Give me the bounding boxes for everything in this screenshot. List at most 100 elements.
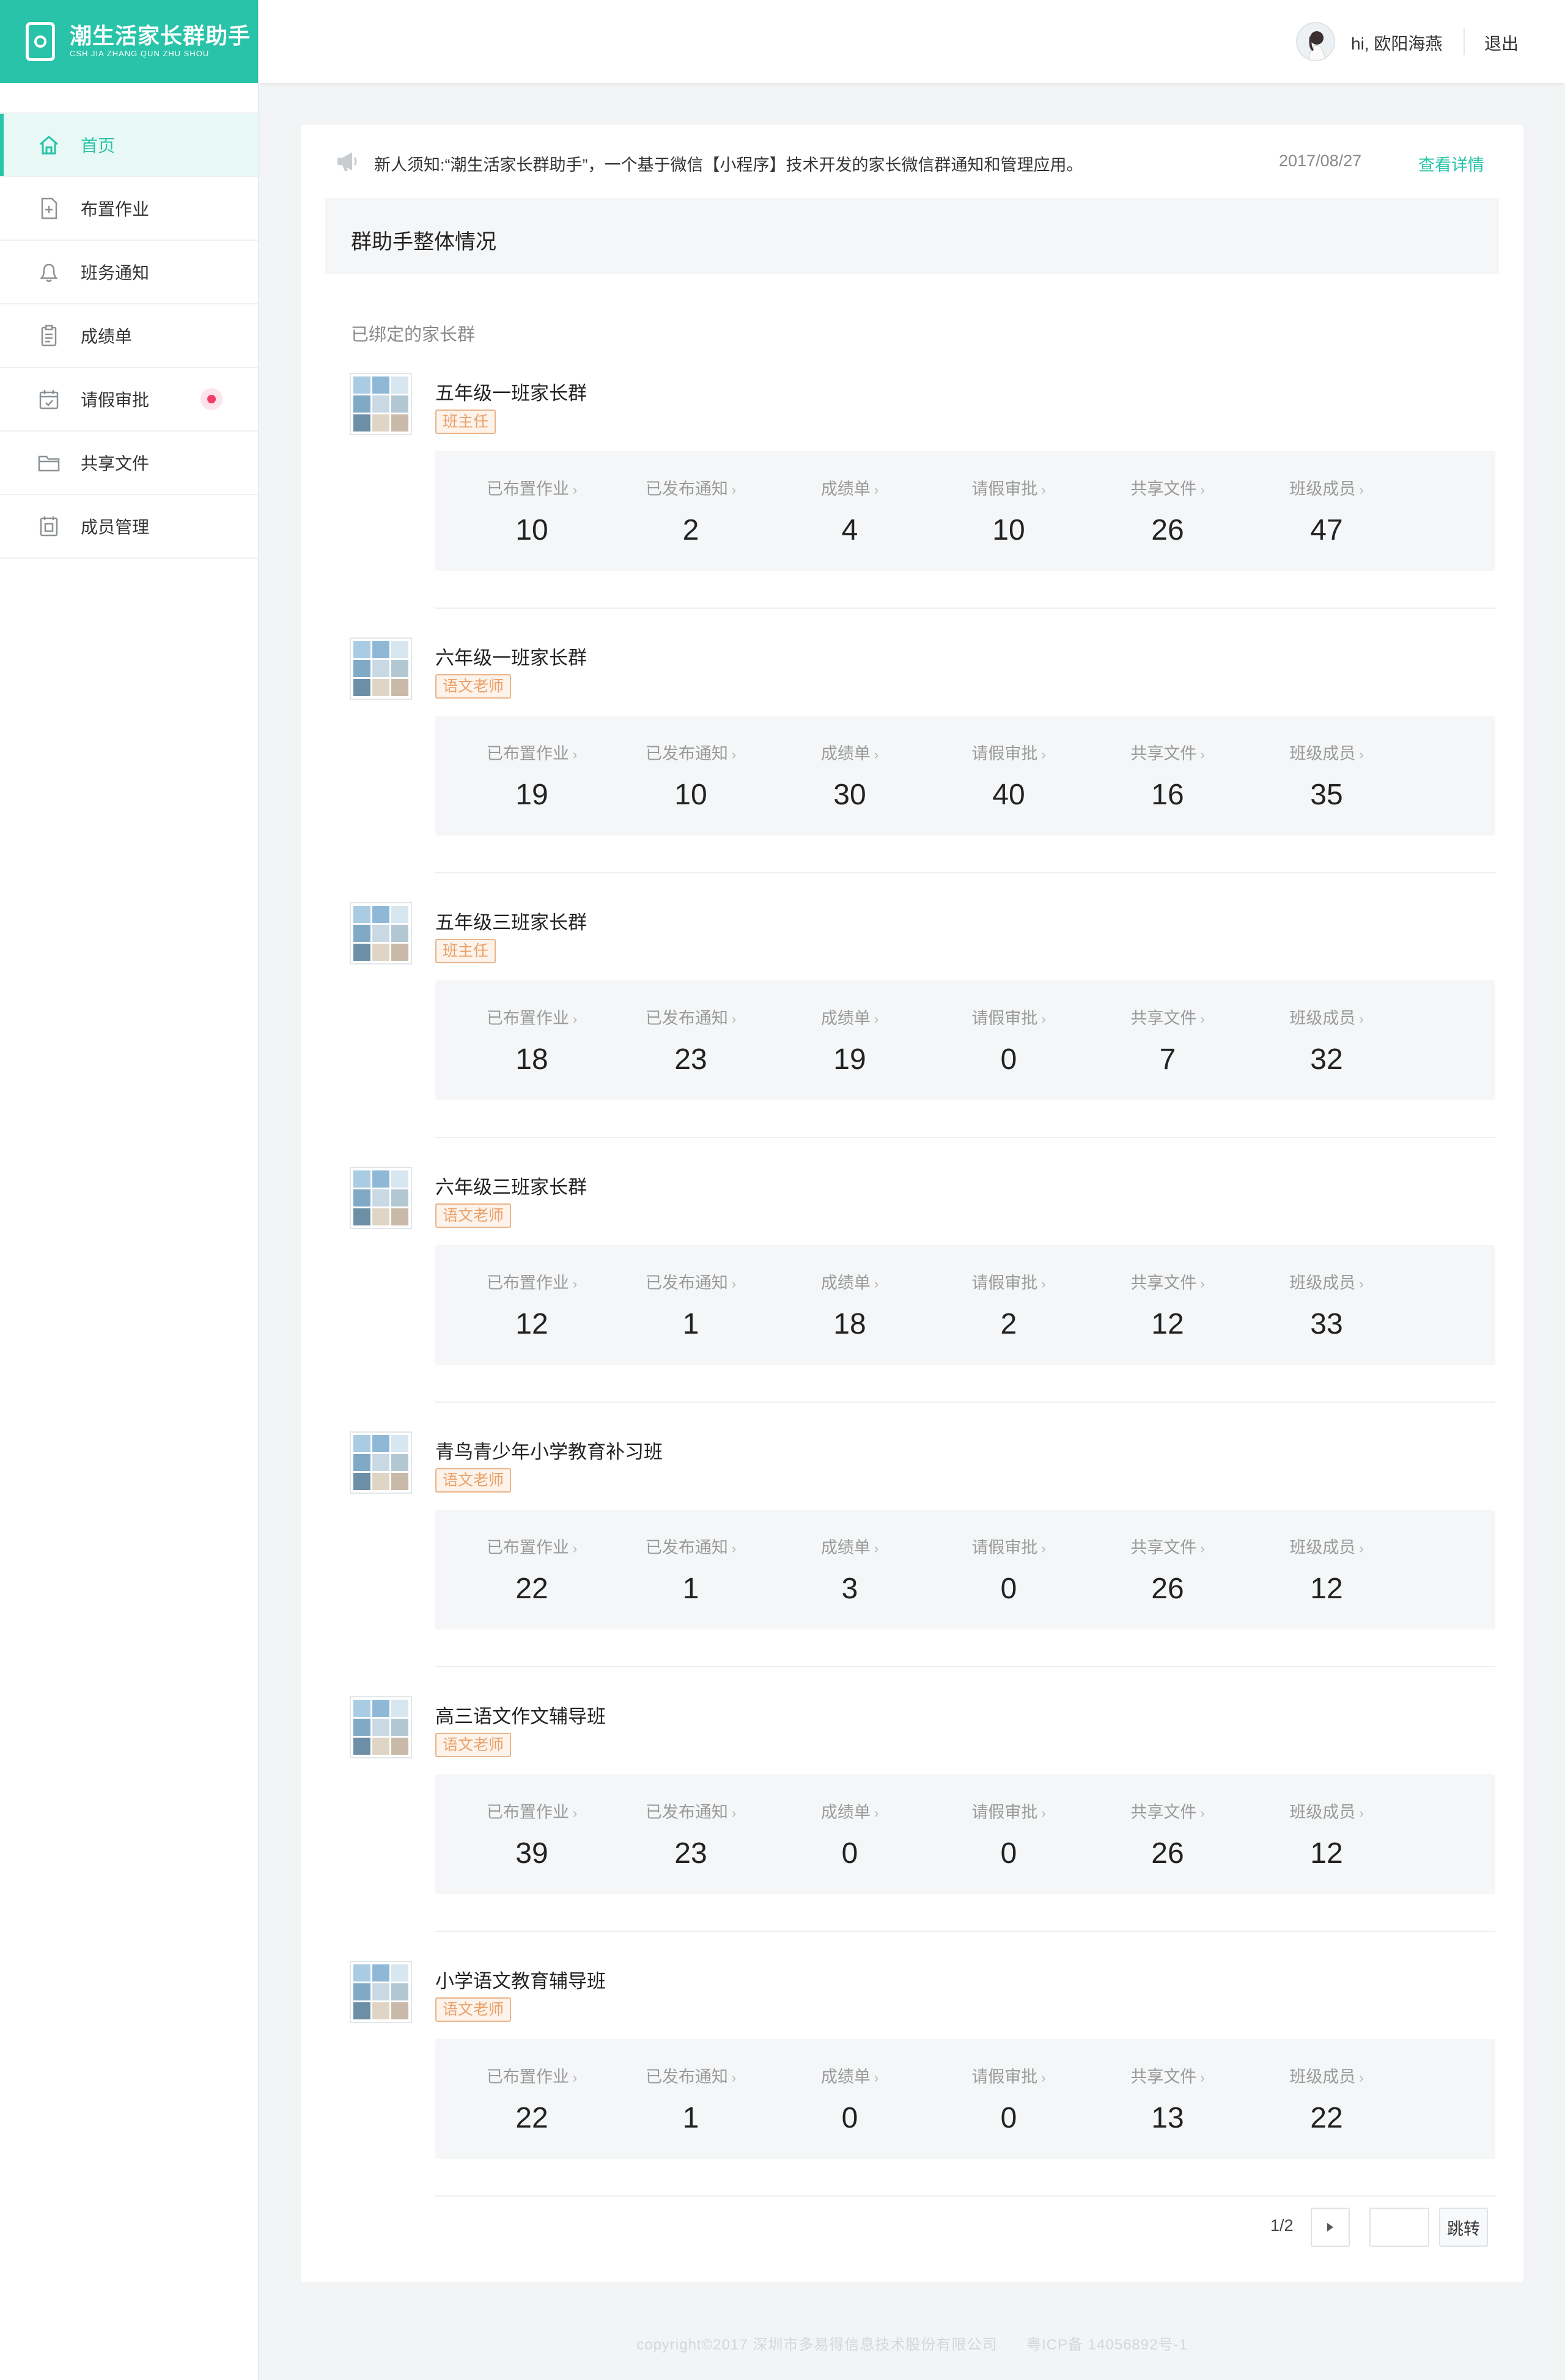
group-avatar[interactable] [350, 1167, 412, 1229]
stat-4[interactable]: 共享文件 › 12 [1088, 1245, 1247, 1365]
sidebar-item-1[interactable]: 布置作业 [0, 177, 258, 241]
stat-3[interactable]: 请假审批 › 0 [929, 1510, 1088, 1629]
stat-5[interactable]: 班级成员 › 35 [1247, 716, 1406, 836]
stat-1[interactable]: 已发布通知 › 10 [611, 716, 770, 836]
stat-4[interactable]: 共享文件 › 26 [1088, 1510, 1247, 1629]
group-name[interactable]: 青鸟青少年小学教育补习班 [435, 1436, 663, 1464]
stat-label: 成绩单 › [770, 1005, 929, 1029]
group-name[interactable]: 五年级三班家长群 [435, 907, 587, 935]
sidebar-item-2[interactable]: 班务通知 [0, 241, 258, 304]
chevron-right-icon: › [572, 1805, 578, 1821]
next-page-button[interactable] [1311, 2208, 1350, 2247]
stat-5[interactable]: 班级成员 › 47 [1247, 451, 1406, 571]
group-name[interactable]: 小学语文教育辅导班 [435, 1966, 606, 1993]
stat-0[interactable]: 已布置作业 › 10 [452, 451, 611, 571]
stat-0[interactable]: 已布置作业 › 18 [452, 980, 611, 1100]
stat-4[interactable]: 共享文件 › 13 [1088, 2039, 1247, 2159]
user-avatar[interactable] [1296, 22, 1335, 61]
stat-4[interactable]: 共享文件 › 16 [1088, 716, 1247, 836]
chevron-right-icon: › [1200, 482, 1205, 498]
stat-5[interactable]: 班级成员 › 12 [1247, 1774, 1406, 1894]
stat-0[interactable]: 已布置作业 › 39 [452, 1774, 611, 1894]
stat-2[interactable]: 成绩单 › 18 [770, 1245, 929, 1365]
group-stats-panel: 已布置作业 › 22 已发布通知 › 1 成绩单 › 0 请假审批 › 0 共享文件 › 13 班级成员 › 22 [435, 2039, 1495, 2159]
stat-2[interactable]: 成绩单 › 30 [770, 716, 929, 836]
app-subtitle: CSH JIA ZHANG QUN ZHU SHOU [70, 49, 210, 58]
stat-label: 请假审批 › [929, 476, 1088, 499]
chevron-right-icon: › [1359, 482, 1364, 498]
stat-3[interactable]: 请假审批 › 2 [929, 1245, 1088, 1365]
stat-2[interactable]: 成绩单 › 3 [770, 1510, 929, 1629]
group-avatar[interactable] [350, 1696, 412, 1758]
stat-label-text: 已发布通知 [645, 1274, 728, 1292]
stat-3[interactable]: 请假审批 › 0 [929, 980, 1088, 1100]
group-avatar-tile [391, 1208, 408, 1225]
stat-label: 已发布通知 › [611, 1534, 770, 1558]
bell-icon [39, 263, 59, 282]
group-avatar-tile [353, 1208, 370, 1225]
stat-2[interactable]: 成绩单 › 19 [770, 980, 929, 1100]
notice-details-link[interactable]: 查看详情 [1418, 152, 1484, 175]
chevron-right-icon: › [1200, 2070, 1205, 2085]
stat-0[interactable]: 已布置作业 › 12 [452, 1245, 611, 1365]
group-avatar[interactable] [350, 1961, 412, 2023]
sidebar-item-6[interactable]: 成员管理 [0, 495, 258, 559]
sidebar-item-4[interactable]: 请假审批 [0, 368, 258, 432]
stat-3[interactable]: 请假审批 › 0 [929, 1774, 1088, 1894]
stat-3[interactable]: 请假审批 › 0 [929, 2039, 1088, 2159]
stat-label: 已布置作业 › [452, 740, 611, 764]
group-name[interactable]: 六年级一班家长群 [435, 642, 587, 670]
stat-value: 19 [833, 1043, 866, 1076]
stat-1[interactable]: 已发布通知 › 1 [611, 2039, 770, 2159]
sidebar-item-3[interactable]: 成绩单 [0, 304, 258, 368]
chevron-right-icon: › [731, 1541, 737, 1556]
stat-label-text: 已布置作业 [486, 1009, 569, 1027]
stat-label-text: 成绩单 [820, 2068, 871, 2086]
stat-1[interactable]: 已发布通知 › 2 [611, 451, 770, 571]
group-avatar[interactable] [350, 373, 412, 435]
group-divider [435, 1931, 1495, 1932]
stat-5[interactable]: 班级成员 › 33 [1247, 1245, 1406, 1365]
group-avatar-tile [391, 1719, 408, 1736]
stat-0[interactable]: 已布置作业 › 22 [452, 2039, 611, 2159]
group-avatar-tile [372, 1738, 389, 1755]
group-avatar[interactable] [350, 1431, 412, 1494]
stat-4[interactable]: 共享文件 › 26 [1088, 451, 1247, 571]
group-avatar[interactable] [350, 637, 412, 700]
stat-0[interactable]: 已布置作业 › 19 [452, 716, 611, 836]
stat-4[interactable]: 共享文件 › 26 [1088, 1774, 1247, 1894]
group-divider [435, 608, 1495, 609]
stat-5[interactable]: 班级成员 › 32 [1247, 980, 1406, 1100]
sidebar-item-0[interactable]: 首页 [0, 114, 258, 177]
group-name[interactable]: 高三语文作文辅导班 [435, 1701, 606, 1728]
sidebar-item-5[interactable]: 共享文件 [0, 432, 258, 495]
app-logo[interactable]: 潮生活家长群助手 CSH JIA ZHANG QUN ZHU SHOU [0, 0, 258, 83]
stat-1[interactable]: 已发布通知 › 23 [611, 980, 770, 1100]
stat-2[interactable]: 成绩单 › 0 [770, 1774, 929, 1894]
stat-1[interactable]: 已发布通知 › 1 [611, 1245, 770, 1365]
chevron-right-icon: › [1041, 482, 1046, 498]
logout-button[interactable]: 退出 [1484, 31, 1519, 55]
group-avatar[interactable] [350, 902, 412, 964]
stat-5[interactable]: 班级成员 › 12 [1247, 1510, 1406, 1629]
stat-value: 26 [1151, 1573, 1184, 1605]
stat-0[interactable]: 已布置作业 › 22 [452, 1510, 611, 1629]
group-name[interactable]: 六年级三班家长群 [435, 1172, 587, 1199]
stat-value: 0 [1000, 1573, 1017, 1605]
page-number-input[interactable] [1369, 2208, 1429, 2247]
stat-1[interactable]: 已发布通知 › 23 [611, 1774, 770, 1894]
stat-2[interactable]: 成绩单 › 4 [770, 451, 929, 571]
stat-1[interactable]: 已发布通知 › 1 [611, 1510, 770, 1629]
stat-3[interactable]: 请假审批 › 10 [929, 451, 1088, 571]
stat-2[interactable]: 成绩单 › 0 [770, 2039, 929, 2159]
stat-value: 32 [1310, 1043, 1343, 1076]
stat-5[interactable]: 班级成员 › 22 [1247, 2039, 1406, 2159]
stat-label-text: 请假审批 [971, 744, 1038, 763]
jump-button[interactable]: 跳转 [1439, 2208, 1488, 2247]
stat-value: 22 [515, 2102, 548, 2134]
stat-3[interactable]: 请假审批 › 40 [929, 716, 1088, 836]
stat-4[interactable]: 共享文件 › 7 [1088, 980, 1247, 1100]
avatar-image-icon [1297, 23, 1334, 60]
group-name[interactable]: 五年级一班家长群 [435, 378, 587, 405]
group-row: 青鸟青少年小学教育补习班 语文老师 已布置作业 › 22 已发布通知 › 1 成绩单 › 3 请假审批… [301, 1431, 1523, 1694]
